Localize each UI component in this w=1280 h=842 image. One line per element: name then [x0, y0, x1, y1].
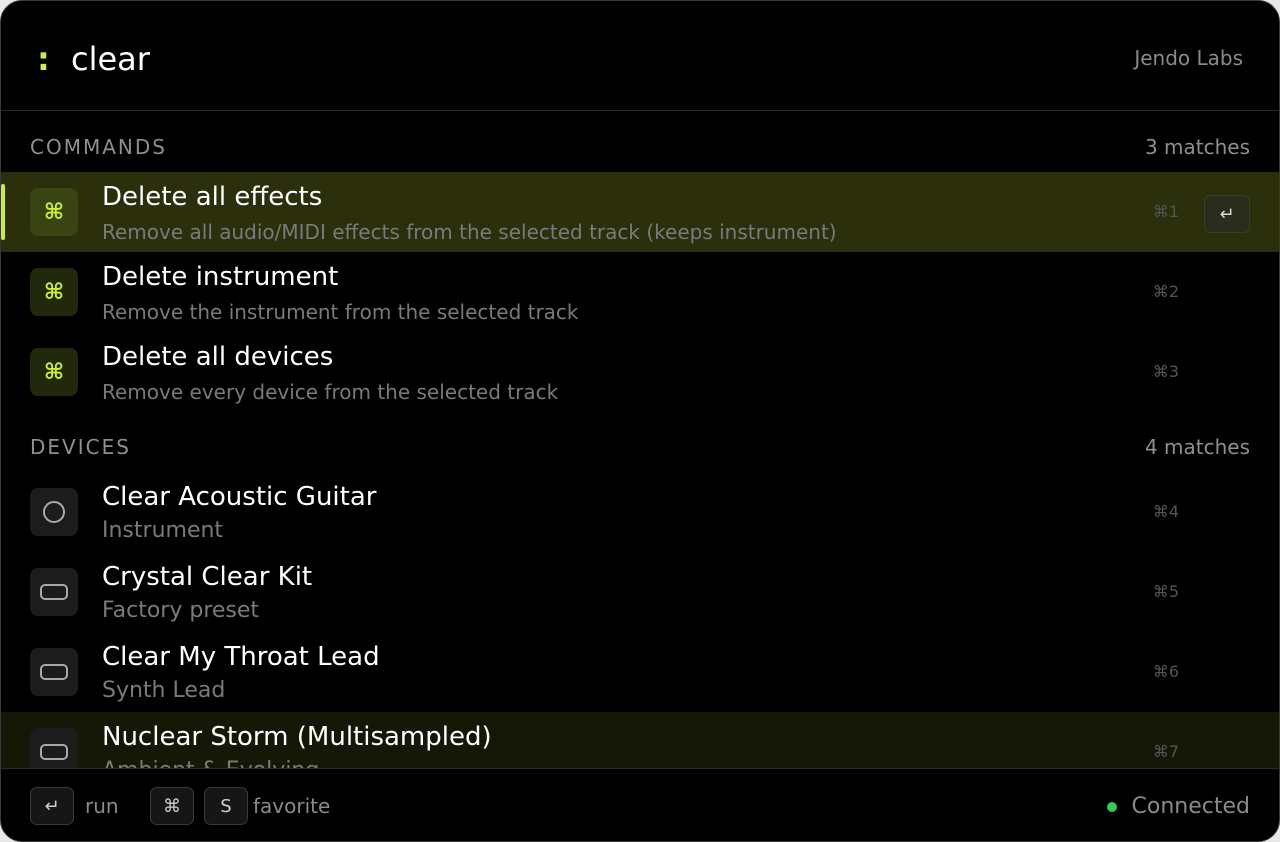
row-title: Nuclear Storm (Multisampled): [102, 722, 492, 752]
row-subtitle: Ambient & Evolving: [102, 758, 319, 768]
preset-icon: [30, 648, 78, 696]
search-input[interactable]: [71, 37, 971, 81]
row-shortcut: ⌘5: [1152, 582, 1179, 601]
section-header-commands: COMMANDS 3 matches: [1, 111, 1279, 159]
result-row-crystal-clear-kit[interactable]: Crystal Clear Kit Factory preset ⌘5: [1, 552, 1279, 632]
result-row-delete-instrument[interactable]: ⌘ Delete instrument Remove the instrumen…: [1, 252, 1279, 332]
preset-icon: [30, 728, 78, 768]
preset-icon: [30, 568, 78, 616]
row-shortcut: ⌘3: [1152, 362, 1179, 381]
search-header: : Jendo Labs: [1, 1, 1279, 111]
section-header-devices: DEVICES 4 matches: [1, 411, 1279, 459]
section-title: COMMANDS: [30, 135, 167, 159]
section-title: DEVICES: [30, 435, 131, 459]
result-row-clear-my-throat-lead[interactable]: Clear My Throat Lead Synth Lead ⌘6: [1, 632, 1279, 712]
row-subtitle: Remove the instrument from the selected …: [102, 300, 579, 324]
command-palette-window: : Jendo Labs COMMANDS 3 matches ⌘ Delete…: [0, 0, 1280, 842]
status-dot-icon: [1107, 802, 1117, 812]
row-title: Crystal Clear Kit: [102, 562, 313, 592]
row-subtitle: Remove every device from the selected tr…: [102, 380, 559, 404]
command-icon: ⌘: [30, 268, 78, 316]
enter-key-icon: ↵: [30, 787, 74, 825]
row-shortcut: ⌘2: [1152, 282, 1179, 301]
result-row-nuclear-storm[interactable]: Nuclear Storm (Multisampled) Ambient & E…: [1, 712, 1279, 768]
row-shortcut: ⌘7: [1152, 742, 1179, 761]
row-title: Delete all devices: [102, 342, 334, 372]
row-shortcut: ⌘4: [1152, 502, 1179, 521]
s-key: S: [204, 787, 248, 825]
row-subtitle: Synth Lead: [102, 678, 226, 703]
row-subtitle: Remove all audio/MIDI effects from the s…: [102, 220, 837, 244]
row-shortcut: ⌘6: [1152, 662, 1179, 681]
connection-status: Connected: [1131, 794, 1250, 819]
row-title: Delete all effects: [102, 182, 323, 212]
prompt-indicator: :: [37, 40, 50, 78]
command-icon: ⌘: [30, 188, 78, 236]
run-hint: run: [85, 794, 119, 818]
result-row-clear-acoustic-guitar[interactable]: Clear Acoustic Guitar Instrument ⌘4: [1, 472, 1279, 552]
enter-key-icon[interactable]: ↵: [1204, 195, 1250, 233]
brand-label: Jendo Labs: [1134, 46, 1243, 70]
favorite-hint: favorite: [253, 794, 331, 818]
command-icon: ⌘: [30, 348, 78, 396]
row-shortcut: ⌘1: [1152, 202, 1179, 221]
row-subtitle: Factory preset: [102, 598, 260, 623]
command-key-icon: ⌘: [150, 787, 194, 825]
row-title: Clear Acoustic Guitar: [102, 482, 377, 512]
section-count: 4 matches: [1144, 435, 1250, 459]
selection-indicator: [1, 184, 5, 240]
row-title: Delete instrument: [102, 262, 339, 292]
results-list[interactable]: COMMANDS 3 matches ⌘ Delete all effects …: [1, 111, 1279, 768]
result-row-delete-all-devices[interactable]: ⌘ Delete all devices Remove every device…: [1, 332, 1279, 412]
row-title: Clear My Throat Lead: [102, 642, 380, 672]
footer-bar: ↵ run ⌘ S favorite Connected: [1, 768, 1279, 841]
section-count: 3 matches: [1144, 135, 1250, 159]
instrument-icon: [30, 488, 78, 536]
result-row-delete-all-effects[interactable]: ⌘ Delete all effects Remove all audio/MI…: [1, 172, 1279, 252]
row-subtitle: Instrument: [102, 518, 224, 543]
